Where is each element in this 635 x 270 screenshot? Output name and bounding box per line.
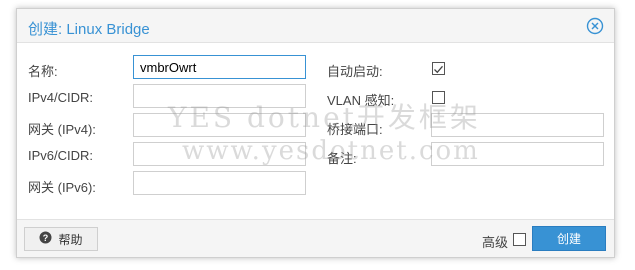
name-label: 名称: [28, 64, 58, 79]
svg-text:?: ? [43, 233, 49, 243]
ipv6-cidr-input[interactable] [133, 142, 306, 166]
question-circle-icon: ? [39, 231, 52, 247]
advanced-label: 高级 [481, 235, 508, 250]
advanced-checkbox[interactable] [513, 233, 526, 246]
ipv6-cidr-label: IPv6/CIDR: [28, 148, 94, 163]
checkmark-icon [434, 65, 443, 74]
bridge-ports-input[interactable] [431, 113, 604, 137]
autostart-checkbox[interactable] [432, 62, 445, 75]
vlan-aware-label: VLAN 感知: [327, 93, 395, 108]
autostart-label: 自动启动: [327, 64, 383, 79]
dialog-header: 创建: Linux Bridge [17, 9, 614, 43]
close-icon[interactable] [586, 17, 604, 35]
gateway-ipv6-label: 网关 (IPv6): [28, 180, 96, 195]
help-button[interactable]: ? 帮助 [24, 227, 98, 251]
gateway-ipv4-input[interactable] [133, 113, 306, 137]
dialog-footer: ? 帮助 高级 创建 [17, 219, 614, 257]
comment-input[interactable] [431, 142, 604, 166]
dialog-title: 创建: Linux Bridge [28, 21, 150, 38]
comment-label: 备注: [327, 151, 357, 166]
name-input[interactable] [133, 55, 306, 79]
gateway-ipv4-label: 网关 (IPv4): [28, 122, 96, 137]
create-button[interactable]: 创建 [532, 226, 606, 251]
bridge-ports-label: 桥接端口: [327, 122, 383, 137]
ipv4-cidr-input[interactable] [133, 84, 306, 108]
create-linux-bridge-dialog: 创建: Linux Bridge 名称: IPv4/CIDR: 网关 (IPv4… [16, 8, 615, 258]
ipv4-cidr-label: IPv4/CIDR: [28, 90, 94, 105]
vlan-aware-checkbox[interactable] [432, 91, 445, 104]
gateway-ipv6-input[interactable] [133, 171, 306, 195]
help-label: 帮助 [58, 232, 83, 247]
